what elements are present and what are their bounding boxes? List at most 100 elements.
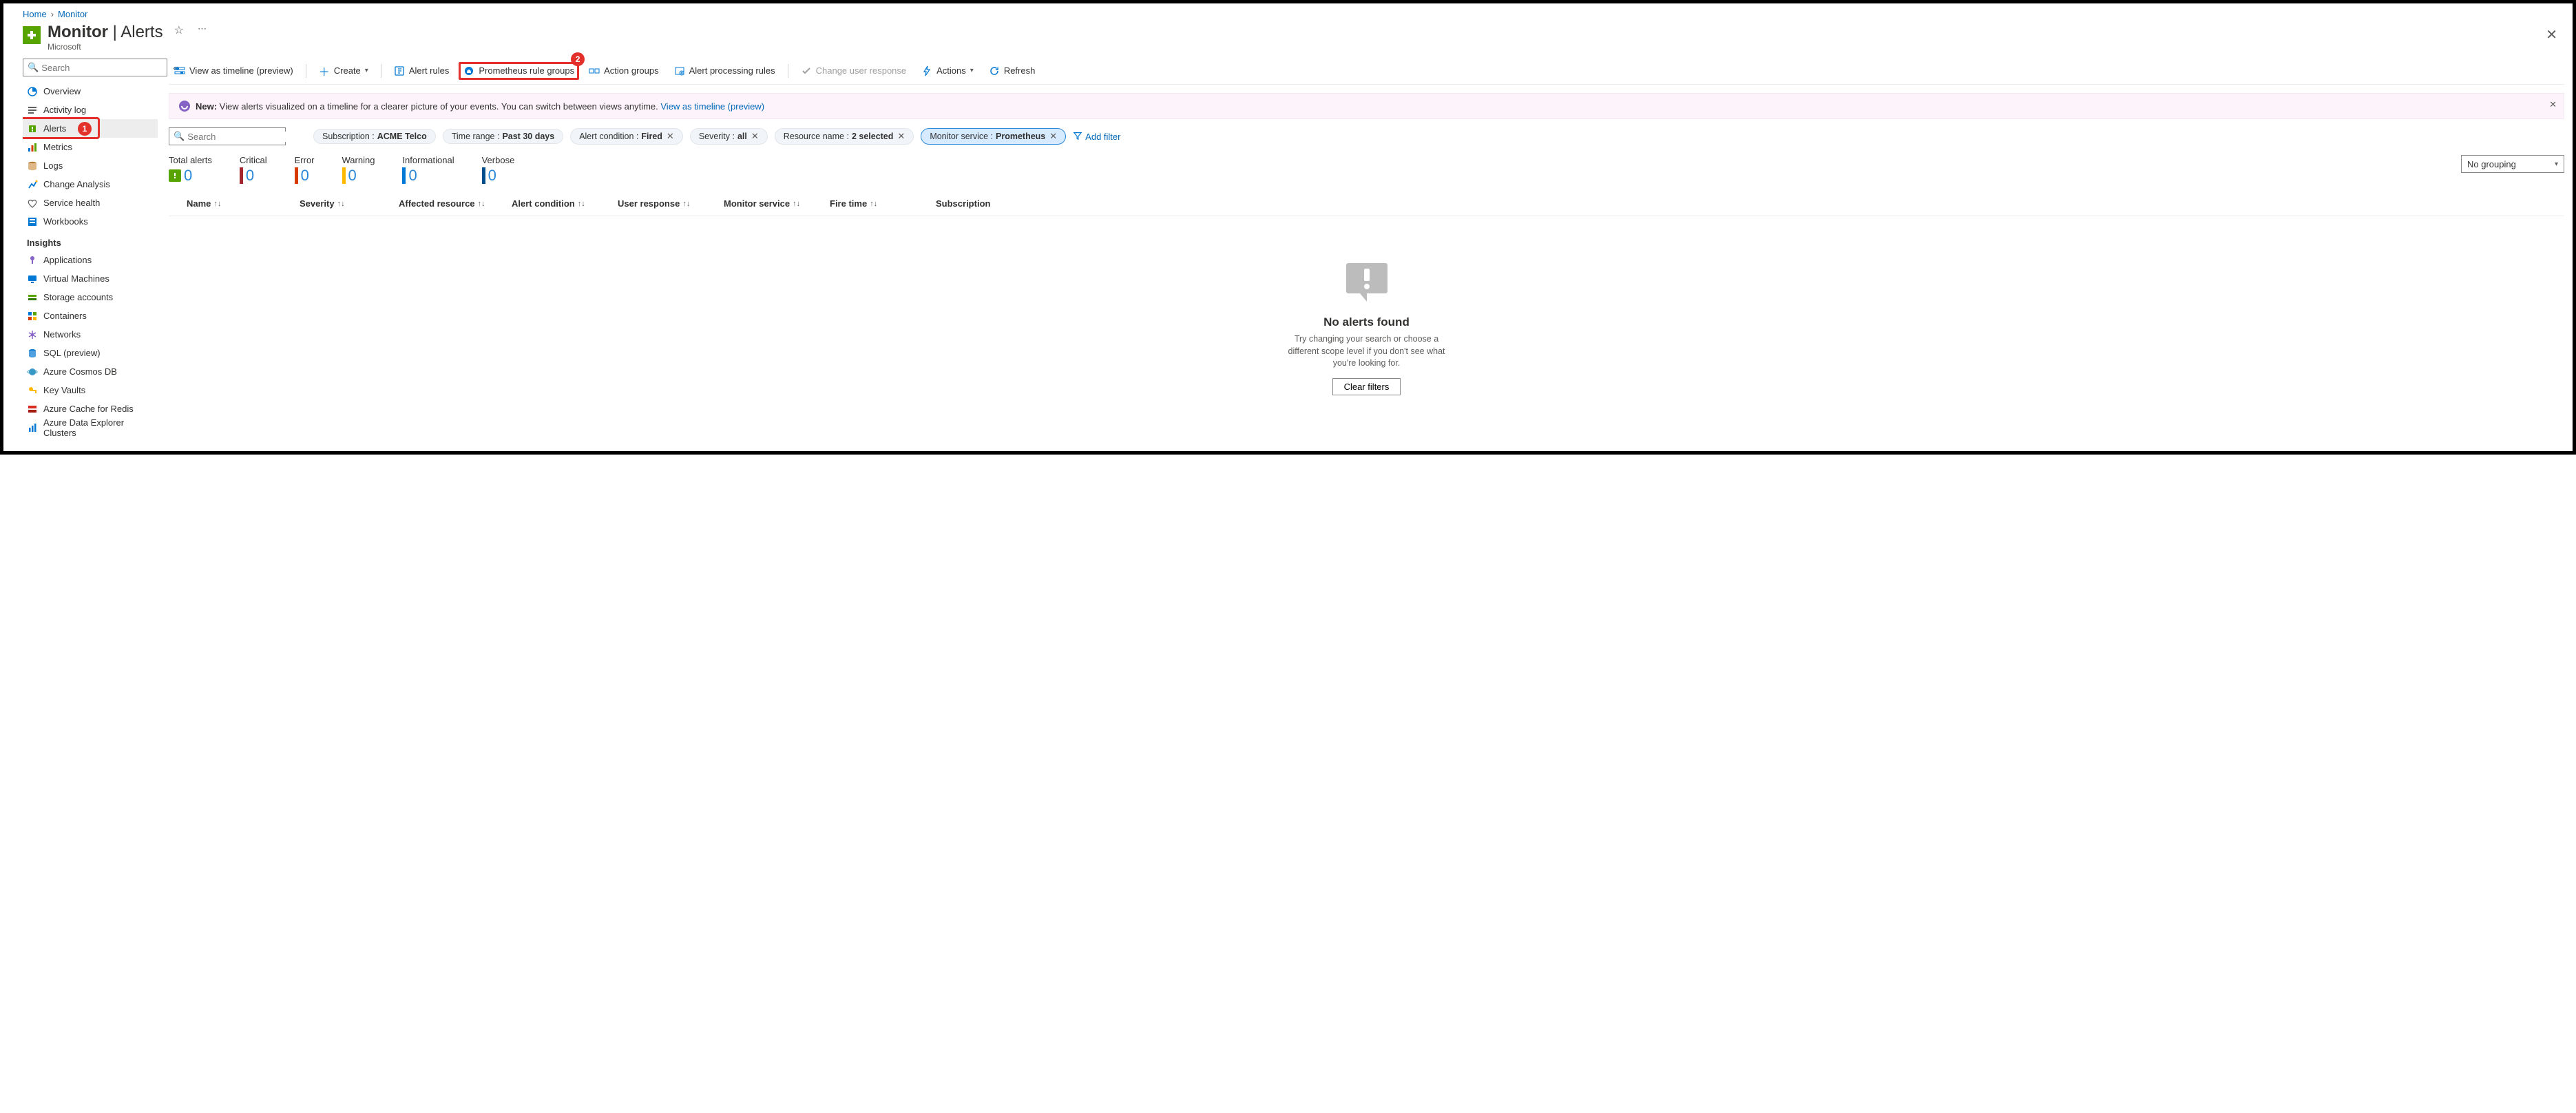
refresh-icon bbox=[989, 65, 1000, 76]
nav-service-health[interactable]: Service health bbox=[23, 194, 158, 212]
more-icon[interactable]: ⋯ bbox=[198, 23, 207, 34]
col-name[interactable]: Name↑↓ bbox=[187, 198, 297, 209]
summary-verbose[interactable]: Verbose 0 bbox=[482, 155, 515, 185]
sort-icon: ↑↓ bbox=[682, 200, 690, 208]
search-icon: 🔍 bbox=[174, 131, 185, 142]
nav-sql[interactable]: SQL (preview) bbox=[23, 344, 158, 362]
total-alerts-icon bbox=[169, 169, 181, 182]
nav-adx[interactable]: Azure Data Explorer Clusters bbox=[23, 418, 158, 437]
sidebar-search-input[interactable] bbox=[41, 63, 163, 73]
filter-alert-condition[interactable]: Alert condition : Fired ✕ bbox=[570, 128, 683, 145]
nav-workbooks[interactable]: Workbooks bbox=[23, 212, 158, 231]
empty-text: Try changing your search or choose a dif… bbox=[1288, 333, 1446, 370]
callout-badge-2: 2 bbox=[571, 52, 585, 66]
remove-filter-icon[interactable]: ✕ bbox=[897, 131, 905, 142]
banner-text: New: View alerts visualized on a timelin… bbox=[196, 101, 764, 112]
actions-button[interactable]: Actions ▾ bbox=[916, 63, 979, 79]
remove-filter-icon[interactable]: ✕ bbox=[667, 131, 674, 142]
nav-logs[interactable]: Logs bbox=[23, 156, 158, 175]
nav-cosmos[interactable]: Azure Cosmos DB bbox=[23, 362, 158, 381]
nav-label: Overview bbox=[43, 86, 81, 96]
remove-filter-icon[interactable]: ✕ bbox=[751, 131, 759, 142]
nav-label: Virtual Machines bbox=[43, 273, 109, 284]
nav-metrics[interactable]: Metrics bbox=[23, 138, 158, 156]
remove-filter-icon[interactable]: ✕ bbox=[1049, 131, 1057, 142]
filter-resource-name[interactable]: Resource name : 2 selected ✕ bbox=[775, 128, 914, 145]
change-user-response-button: Change user response bbox=[795, 63, 912, 79]
pin-icon[interactable]: ☆ bbox=[174, 23, 184, 37]
breadcrumb-home[interactable]: Home bbox=[23, 9, 47, 19]
sort-icon: ↑↓ bbox=[870, 200, 877, 208]
close-icon[interactable]: ✕ bbox=[2546, 26, 2557, 43]
breadcrumb-sep: › bbox=[51, 9, 54, 19]
nav-networks[interactable]: Networks bbox=[23, 325, 158, 344]
nav-change-analysis[interactable]: Change Analysis bbox=[23, 175, 158, 194]
filter-subscription[interactable]: Subscription : ACME Telco bbox=[313, 129, 436, 144]
col-severity[interactable]: Severity↑↓ bbox=[300, 198, 396, 209]
nav-label: Logs bbox=[43, 160, 63, 171]
col-subscription[interactable]: Subscription bbox=[936, 198, 2564, 209]
key-vault-icon bbox=[27, 385, 38, 396]
nav-label: Azure Cosmos DB bbox=[43, 366, 117, 377]
filter-time-range[interactable]: Time range : Past 30 days bbox=[443, 129, 563, 144]
summary-critical[interactable]: Critical 0 bbox=[240, 155, 267, 185]
nav-label: Storage accounts bbox=[43, 292, 113, 302]
create-button[interactable]: ＋ Create ▾ bbox=[313, 63, 374, 79]
summary-informational[interactable]: Informational 0 bbox=[402, 155, 454, 185]
banner-link[interactable]: View as timeline (preview) bbox=[660, 101, 764, 112]
filters-row: 🔍 Subscription : ACME Telco Time range :… bbox=[169, 127, 2564, 145]
summary-error[interactable]: Error 0 bbox=[295, 155, 315, 185]
change-analysis-icon bbox=[27, 179, 38, 190]
col-user-response[interactable]: User response↑↓ bbox=[618, 198, 721, 209]
col-monitor-service[interactable]: Monitor service↑↓ bbox=[724, 198, 827, 209]
filter-severity[interactable]: Severity : all ✕ bbox=[690, 128, 768, 145]
check-icon bbox=[801, 65, 812, 76]
banner-close-icon[interactable]: ✕ bbox=[2549, 99, 2557, 110]
nav-label: Azure Cache for Redis bbox=[43, 404, 134, 414]
sidebar-nav: Overview Activity log Alerts 1 Met bbox=[23, 82, 158, 451]
summary-total[interactable]: Total alerts 0 bbox=[169, 155, 212, 185]
networks-icon bbox=[27, 329, 38, 340]
prometheus-icon bbox=[463, 65, 474, 76]
severity-bar bbox=[342, 167, 346, 184]
nav-key-vaults[interactable]: Key Vaults bbox=[23, 381, 158, 399]
summary-warning[interactable]: Warning 0 bbox=[342, 155, 375, 185]
nav-label: Containers bbox=[43, 311, 87, 321]
nav-virtual-machines[interactable]: Virtual Machines bbox=[23, 269, 158, 288]
summary-label: Warning bbox=[342, 155, 375, 165]
filter-monitor-service[interactable]: Monitor service : Prometheus ✕ bbox=[921, 128, 1066, 145]
adx-icon bbox=[27, 422, 38, 433]
toolbar-label: Actions bbox=[936, 65, 966, 76]
toolbar-label: Create bbox=[334, 65, 361, 76]
severity-bar bbox=[295, 167, 298, 184]
nav-storage-accounts[interactable]: Storage accounts bbox=[23, 288, 158, 306]
col-affected-resource[interactable]: Affected resource↑↓ bbox=[399, 198, 509, 209]
alert-rules-icon bbox=[394, 65, 405, 76]
add-filter-button[interactable]: Add filter bbox=[1073, 131, 1120, 143]
summary-value: 0 bbox=[246, 167, 254, 185]
alert-rules-button[interactable]: Alert rules bbox=[388, 63, 455, 79]
clear-filters-button[interactable]: Clear filters bbox=[1332, 378, 1401, 395]
sort-icon: ↑↓ bbox=[478, 200, 485, 208]
view-timeline-button[interactable]: View as timeline (preview) bbox=[169, 63, 299, 79]
col-alert-condition[interactable]: Alert condition↑↓ bbox=[512, 198, 615, 209]
sidebar-search[interactable]: 🔍 bbox=[23, 59, 167, 76]
action-groups-button[interactable]: Action groups bbox=[583, 63, 664, 79]
col-fire-time[interactable]: Fire time↑↓ bbox=[830, 198, 933, 209]
alerts-search-input[interactable] bbox=[187, 132, 308, 142]
nav-redis[interactable]: Azure Cache for Redis bbox=[23, 399, 158, 418]
nav-containers[interactable]: Containers bbox=[23, 306, 158, 325]
prometheus-rule-groups-button[interactable]: Prometheus rule groups bbox=[459, 62, 579, 80]
nav-applications[interactable]: Applications bbox=[23, 251, 158, 269]
action-groups-icon bbox=[589, 65, 600, 76]
grouping-select[interactable]: No grouping ▾ bbox=[2461, 155, 2564, 173]
nav-activity-log[interactable]: Activity log bbox=[23, 101, 158, 119]
alert-processing-rules-button[interactable]: Alert processing rules bbox=[669, 63, 781, 79]
no-alerts-icon bbox=[1339, 258, 1394, 306]
nav-overview[interactable]: Overview bbox=[23, 82, 158, 101]
search-icon: 🔍 bbox=[28, 62, 39, 73]
toolbar-label: Prometheus rule groups bbox=[479, 65, 574, 76]
refresh-button[interactable]: Refresh bbox=[983, 63, 1041, 79]
breadcrumb-monitor[interactable]: Monitor bbox=[58, 9, 87, 19]
alerts-search[interactable]: 🔍 bbox=[169, 127, 286, 145]
